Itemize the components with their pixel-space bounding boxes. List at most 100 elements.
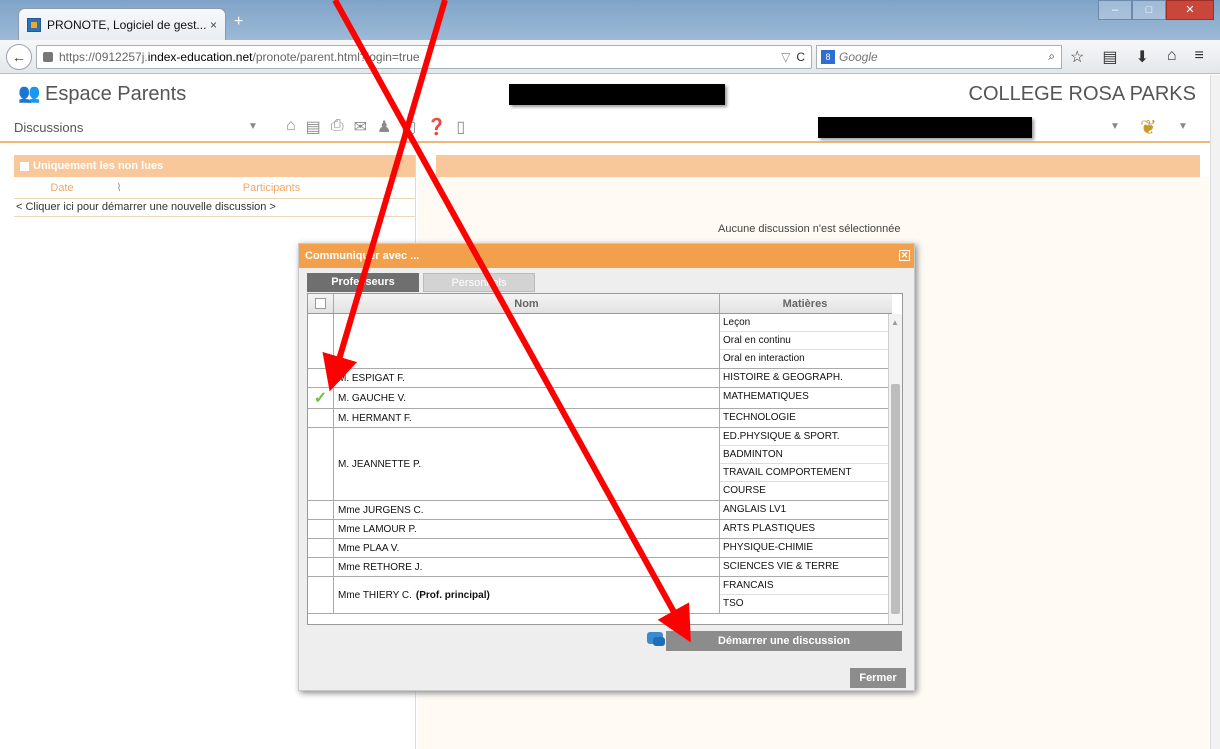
new-discussion-link[interactable]: < Cliquer ici pour démarrer une nouvelle… [14, 199, 415, 217]
scroll-thumb[interactable] [891, 384, 900, 614]
teacher-name-text: Mme PLAA V. [338, 542, 400, 554]
subject: TECHNOLOGIE [723, 412, 796, 423]
dialog-tabs: Professeurs Personnels [307, 273, 535, 292]
browser-tab-bar: PRONOTE, Logiciel de gest... × + – □ ✕ [0, 0, 1220, 40]
subject: SCIENCES VIE & TERRE [723, 561, 839, 572]
notification-butterfly-icon[interactable]: ❦ [1140, 115, 1157, 140]
start-discussion-button[interactable]: Démarrer une discussion [666, 631, 902, 651]
teacher-subjects: ANGLAIS LV1 [720, 501, 888, 519]
teachers-table-header: Nom Matières [308, 294, 892, 314]
teacher-name: Mme THIERY C. (Prof. principal) [334, 577, 720, 613]
user-icon[interactable]: ♟ [377, 117, 391, 137]
dialog-close-icon[interactable]: ✕ [899, 250, 910, 261]
toolbar-icons: ⌂ ▤ ⎙ ✉ ♟ ▢ ❓ ▯ [286, 117, 465, 137]
teacher-name-text: M. JEANNETTE P. [338, 458, 422, 470]
section-dropdown-icon[interactable]: ▼ [248, 121, 258, 132]
reload-icon[interactable]: C [796, 50, 805, 64]
tab-professeurs[interactable]: Professeurs [307, 273, 419, 292]
browser-tab[interactable]: PRONOTE, Logiciel de gest... × [18, 8, 226, 40]
user-dropdown-icon[interactable]: ▼ [1110, 121, 1120, 132]
mobile-icon[interactable]: ▯ [456, 117, 465, 137]
checkmark-icon[interactable]: ✓ [308, 388, 334, 408]
row-checkbox[interactable] [308, 577, 334, 613]
teacher-name: M. ESPIGAT F. [334, 369, 720, 387]
teacher-row[interactable]: Mme THIERY C. (Prof. principal) FRANCAIS TS… [308, 577, 888, 614]
teacher-subjects: ARTS PLASTIQUES [720, 520, 888, 538]
teacher-row[interactable]: Mme RETHORE J. SCIENCES VIE & TERRE [308, 558, 888, 577]
unread-filter[interactable]: Uniquement les non lues [14, 155, 415, 177]
pronote-favicon-icon [27, 17, 41, 32]
url-prefix: https://0912257j. [59, 49, 148, 64]
row-checkbox[interactable] [308, 409, 334, 427]
teacher-name: M. GAUCHE V. [334, 388, 720, 408]
row-checkbox[interactable] [308, 539, 334, 557]
subject: ANGLAIS LV1 [723, 504, 787, 515]
help-icon[interactable]: ❓ [426, 117, 446, 137]
discussion-icon [647, 632, 665, 646]
scroll-up-icon[interactable]: ▲ [891, 318, 899, 327]
calendar-icon[interactable]: ▢ [401, 117, 416, 137]
google-icon[interactable]: 8 [821, 49, 835, 64]
table-scrollbar[interactable]: ▲ [888, 314, 902, 624]
teacher-name: Mme PLAA V. [334, 539, 720, 557]
notification-dropdown-icon[interactable]: ▼ [1178, 121, 1188, 132]
section-select[interactable]: Discussions [14, 120, 83, 135]
dialog-header: Communiquer avec ... ✕ [299, 244, 914, 268]
tab-close-icon[interactable]: × [210, 18, 217, 32]
save-icon[interactable]: ▤ [306, 117, 321, 137]
close-button[interactable]: Fermer [850, 668, 906, 688]
communicate-dialog: Communiquer avec ... ✕ Professeurs Perso… [298, 243, 915, 691]
teacher-subjects: TECHNOLOGIE [720, 409, 888, 427]
browser-toolbar-icons: ☆ ▤ ⬇ ⌂ ≡ [1070, 47, 1204, 67]
app-title: Espace Parents [45, 83, 187, 105]
menu-icon[interactable]: ≡ [1195, 47, 1204, 67]
teacher-row[interactable]: M. ESPIGAT F. HISTOIRE & GEOGRAPH. [308, 369, 888, 388]
col-subjects[interactable]: Matières [720, 294, 890, 313]
url-dropdown-icon[interactable]: ▽ [781, 50, 790, 64]
reading-list-icon[interactable]: ▤ [1102, 47, 1117, 67]
teacher-subjects: MATHEMATIQUES [720, 388, 888, 408]
teacher-row[interactable]: Mme JURGENS C. ANGLAIS LV1 [308, 501, 888, 520]
row-checkbox[interactable] [308, 369, 334, 387]
home-icon[interactable]: ⌂ [1167, 47, 1177, 67]
home-icon[interactable]: ⌂ [286, 117, 296, 137]
col-participants[interactable]: Participants [128, 182, 415, 194]
no-selection-message: Aucune discussion n'est sélectionnée [718, 223, 901, 235]
teacher-row[interactable]: ✓ M. GAUCHE V. MATHEMATIQUES [308, 388, 888, 409]
teacher-row[interactable]: M. HERMANT F. TECHNOLOGIE [308, 409, 888, 428]
col-date[interactable]: Date [14, 182, 110, 194]
url-domain: index-education.net [147, 49, 253, 64]
teacher-subjects: Leçon Oral en continu Oral en interaction [720, 314, 888, 368]
col-name[interactable]: Nom [334, 294, 720, 313]
email-icon[interactable]: ✉ [354, 117, 367, 137]
row-checkbox[interactable] [308, 314, 334, 368]
minimize-icon[interactable]: – [1098, 0, 1132, 20]
teachers-table: Nom Matières Leçon Oral en continu Oral en… [307, 293, 903, 625]
window-close-icon[interactable]: ✕ [1166, 0, 1214, 20]
unread-checkbox[interactable] [20, 161, 29, 171]
window-controls: – □ ✕ [1098, 0, 1214, 20]
maximize-icon[interactable]: □ [1132, 0, 1166, 20]
search-box[interactable]: 8 Google ⌕ [816, 44, 1062, 69]
page-scrollbar[interactable] [1210, 75, 1220, 749]
row-checkbox[interactable] [308, 501, 334, 519]
teacher-row[interactable]: Leçon Oral en continu Oral en interaction [308, 314, 888, 369]
back-arrow-icon[interactable]: ← [6, 43, 32, 70]
address-bar[interactable]: https://0912257j. index-education.net/pro… [36, 44, 812, 69]
select-all-checkbox[interactable] [308, 294, 334, 313]
subject: PHYSIQUE-CHIMIE [723, 542, 814, 553]
tab-personnels[interactable]: Personnels [423, 273, 535, 292]
teacher-row[interactable]: M. JEANNETTE P. ED.PHYSIQUE & SPORT. BADMI… [308, 428, 888, 501]
bookmark-star-icon[interactable]: ☆ [1070, 47, 1084, 67]
url-suffix: /pronote/parent.html?login=true [252, 49, 420, 64]
search-icon[interactable]: ⌕ [1048, 49, 1055, 64]
teacher-row[interactable]: Mme LAMOUR P. ARTS PLASTIQUES [308, 520, 888, 539]
row-checkbox[interactable] [308, 520, 334, 538]
download-icon[interactable]: ⬇ [1135, 47, 1148, 67]
new-tab-icon[interactable]: + [234, 13, 243, 31]
row-checkbox[interactable] [308, 558, 334, 576]
print-icon[interactable]: ⎙ [331, 117, 344, 137]
browser-nav-bar: ← https://0912257j. index-education.net/p… [0, 40, 1220, 74]
row-checkbox[interactable] [308, 428, 334, 500]
teacher-row[interactable]: Mme PLAA V. PHYSIQUE-CHIMIE [308, 539, 888, 558]
